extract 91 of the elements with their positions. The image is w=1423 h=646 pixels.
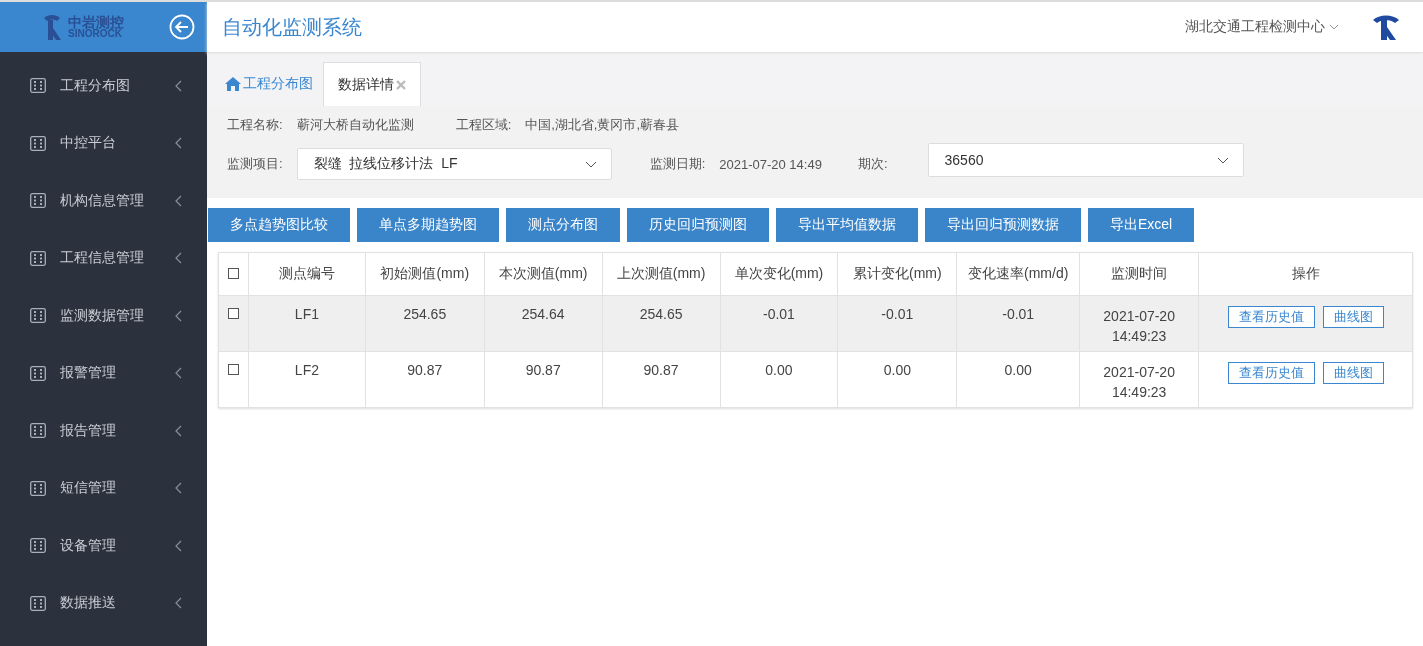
- field-value: 2021-07-20 14:49: [719, 156, 822, 172]
- table-cell: 254.64: [484, 295, 603, 352]
- sidebar-item[interactable]: 数据推送: [0, 574, 207, 632]
- grid-icon: [30, 423, 46, 439]
- row-action-button[interactable]: 查看历史值: [1227, 362, 1315, 384]
- sidebar-item[interactable]: 短信管理: [0, 459, 207, 517]
- row-action-button[interactable]: 曲线图: [1322, 362, 1384, 384]
- sidebar-item[interactable]: 监测数据管理: [0, 287, 207, 345]
- grid-icon: [30, 250, 46, 266]
- table-cell: 0.00: [720, 351, 838, 408]
- chevron-left-icon: [175, 367, 182, 380]
- grid-icon: [30, 480, 46, 496]
- chevron-left-icon: [175, 597, 182, 610]
- logo-text: 中岩测控: [68, 15, 124, 29]
- grid-icon: [30, 538, 46, 554]
- grid-icon: [30, 595, 46, 611]
- grid-icon: [30, 135, 46, 151]
- field-value: 蕲河大桥自动化监测: [296, 116, 414, 134]
- table-cell: 0.00: [837, 351, 957, 408]
- field-value: 中国,湖北省,黄冈市,蕲春县: [525, 116, 680, 134]
- action-button[interactable]: 历史回归预测图: [627, 208, 769, 242]
- period-select[interactable]: 36560: [927, 143, 1244, 177]
- table-cell: 254.65: [365, 295, 485, 352]
- grid-icon: [30, 78, 46, 94]
- table-cell: -0.01: [837, 295, 957, 352]
- field-label: 监测日期:: [649, 155, 706, 173]
- chevron-left-icon: [175, 482, 182, 495]
- grid-icon: [30, 193, 46, 209]
- column-header: 操作: [1198, 252, 1413, 296]
- column-header: 本次测值(mm): [484, 252, 603, 296]
- action-button[interactable]: 导出Excel: [1088, 208, 1195, 242]
- action-button[interactable]: 多点趋势图比较: [208, 208, 350, 242]
- field-label: 工程区域:: [455, 116, 512, 134]
- org-dropdown[interactable]: 湖北交通工程检测中心: [1185, 18, 1339, 36]
- table-row[interactable]: LF2 90.87 90.87 90.87 0.00 0.00 0.00 2021-07-20 14:49:23 查看历史值 曲线图: [218, 351, 1413, 408]
- row-action-button[interactable]: 曲线图: [1322, 306, 1384, 328]
- checkbox[interactable]: [228, 268, 239, 279]
- chevron-down-icon: [1216, 156, 1229, 164]
- chevron-down-icon: [584, 160, 597, 168]
- app-title: 自动化监测系统: [222, 14, 362, 40]
- action-button[interactable]: 导出平均值数据: [776, 208, 918, 242]
- home-icon: [225, 77, 241, 91]
- table-cell: -0.01: [956, 295, 1080, 352]
- checkbox[interactable]: [228, 308, 239, 319]
- column-header: 监测时间: [1079, 252, 1199, 296]
- chevron-left-icon: [175, 309, 182, 322]
- chevron-left-icon: [175, 424, 182, 437]
- table-cell: -0.01: [720, 295, 838, 352]
- table-cell: 2021-07-20 14:49:23: [1079, 351, 1199, 408]
- column-header: 初始测值(mm): [365, 252, 485, 296]
- table-row[interactable]: LF1 254.65 254.64 254.65 -0.01 -0.01 -0.01 2021-07-20 14:49:23 查看历史值 曲线图: [218, 295, 1413, 352]
- field-label: 期次:: [857, 155, 888, 173]
- checkbox[interactable]: [228, 364, 239, 375]
- column-header: 单次变化(mm): [720, 252, 838, 296]
- action-button[interactable]: 单点多期趋势图: [357, 208, 499, 242]
- chevron-left-icon: [175, 539, 182, 552]
- logo-subtext: SINOROCK: [68, 29, 122, 39]
- sidebar-item[interactable]: 工程分布图: [0, 57, 207, 115]
- chevron-down-icon: [1329, 24, 1339, 30]
- chevron-left-icon: [175, 137, 182, 150]
- table-cell: 254.65: [602, 295, 720, 352]
- column-header: 测点编号: [248, 252, 366, 296]
- grid-icon: [30, 308, 46, 324]
- monitoring-item-select[interactable]: 裂缝 拉线位移计法 LF: [296, 148, 612, 180]
- sidebar-item[interactable]: 中控平台: [0, 114, 207, 172]
- column-header: 上次测值(mm): [602, 252, 720, 296]
- sidebar-item[interactable]: 设备管理: [0, 517, 207, 575]
- field-label: 监测项目:: [227, 155, 283, 173]
- sidebar-item[interactable]: 工程信息管理: [0, 229, 207, 287]
- chevron-left-icon: [175, 79, 182, 92]
- table-cell: 90.87: [602, 351, 720, 408]
- table-cell: 90.87: [484, 351, 603, 408]
- table-cell: LF2: [248, 351, 366, 408]
- action-button[interactable]: 导出回归预测数据: [925, 208, 1081, 242]
- chevron-left-icon: [175, 252, 182, 265]
- sidebar-item[interactable]: 机构信息管理: [0, 172, 207, 230]
- sidebar-item[interactable]: 报警管理: [0, 344, 207, 402]
- chevron-left-icon: [175, 194, 182, 207]
- action-button[interactable]: 测点分布图: [506, 208, 620, 242]
- row-action-button[interactable]: 查看历史值: [1227, 306, 1315, 328]
- column-header: 变化速率(mm/d): [956, 252, 1080, 296]
- table-cell: 90.87: [365, 351, 485, 408]
- field-label: 工程名称:: [227, 116, 283, 134]
- column-header: 累计变化(mm): [837, 252, 957, 296]
- tab[interactable]: 工程分布图: [215, 62, 323, 106]
- table-cell: LF1: [248, 295, 366, 352]
- table-cell: 0.00: [956, 351, 1080, 408]
- tab[interactable]: 数据详情: [323, 62, 421, 106]
- grid-icon: [30, 365, 46, 381]
- sidebar-item[interactable]: 报告管理: [0, 402, 207, 460]
- table-cell: 2021-07-20 14:49:23: [1079, 295, 1199, 352]
